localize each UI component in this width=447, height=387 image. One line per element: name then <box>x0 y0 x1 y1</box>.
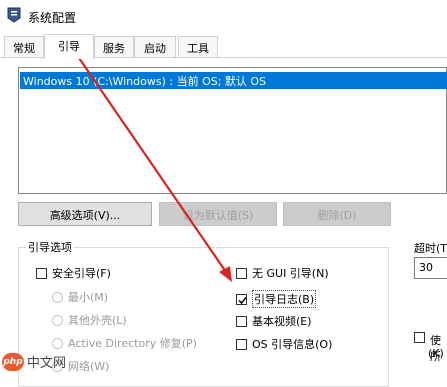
php-logo-icon: php <box>2 352 24 371</box>
radio-circle[interactable] <box>52 337 63 349</box>
watermark-text: 中文网 <box>27 356 67 371</box>
timeout-label: 超时(T <box>414 242 447 255</box>
title-bar: 系统配置 <box>0 0 447 32</box>
advanced-options-button[interactable]: 高级选项(V)... <box>18 202 152 226</box>
msconfig-icon <box>7 7 21 23</box>
boot-options-title: 引导选项 <box>26 239 74 255</box>
set-default-button[interactable]: 设为默认值(S) <box>159 202 277 226</box>
os-boot-info-checkbox[interactable]: OS 引导信息(O) <box>236 336 332 352</box>
tab-tools[interactable]: 工具 <box>178 36 218 58</box>
checkbox-box[interactable] <box>236 315 247 327</box>
checkbox-box[interactable] <box>236 293 247 305</box>
tab-strip: 常规 引导 服务 启动 工具 <box>0 34 447 59</box>
active-directory-repair-radio[interactable]: Active Directory 修复(P) <box>52 335 197 351</box>
tab-general[interactable]: 常规 <box>4 36 44 58</box>
radio-circle[interactable] <box>52 314 63 326</box>
base-video-checkbox[interactable]: 基本视频(E) <box>236 313 312 329</box>
no-gui-boot-checkbox[interactable]: 无 GUI 引导(N) <box>236 265 329 281</box>
checkbox-box[interactable] <box>36 267 47 279</box>
checkbox-box[interactable] <box>236 267 247 279</box>
watermark: php 中文网 <box>2 352 66 371</box>
checkbox-box[interactable] <box>414 332 425 343</box>
safe-boot-checkbox[interactable]: 安全引导(F) <box>36 265 111 281</box>
alternate-shell-radio[interactable]: 其他外壳(L) <box>52 312 127 328</box>
boot-log-checkbox[interactable]: 引导日志(B) <box>236 290 317 308</box>
checkbox-box[interactable] <box>236 338 247 350</box>
tab-startup[interactable]: 启动 <box>134 36 176 58</box>
boot-entry-row[interactable]: Windows 10 (C:\Windows) : 当前 OS; 默认 OS <box>20 72 447 89</box>
window-title: 系统配置 <box>28 11 77 25</box>
timeout-input[interactable]: 30 <box>414 257 447 279</box>
tab-boot[interactable]: 引导 <box>44 34 94 59</box>
tab-services[interactable]: 服务 <box>94 36 134 58</box>
checkmark-icon <box>238 296 247 304</box>
make-permanent-hotkey: (K) <box>428 347 444 360</box>
boot-entries-list[interactable]: Windows 10 (C:\Windows) : 当前 OS; 默认 OS <box>18 67 447 194</box>
radio-circle[interactable] <box>52 291 63 303</box>
minimal-radio[interactable]: 最小(M) <box>52 289 108 305</box>
delete-button[interactable]: 删除(D) <box>283 202 391 226</box>
